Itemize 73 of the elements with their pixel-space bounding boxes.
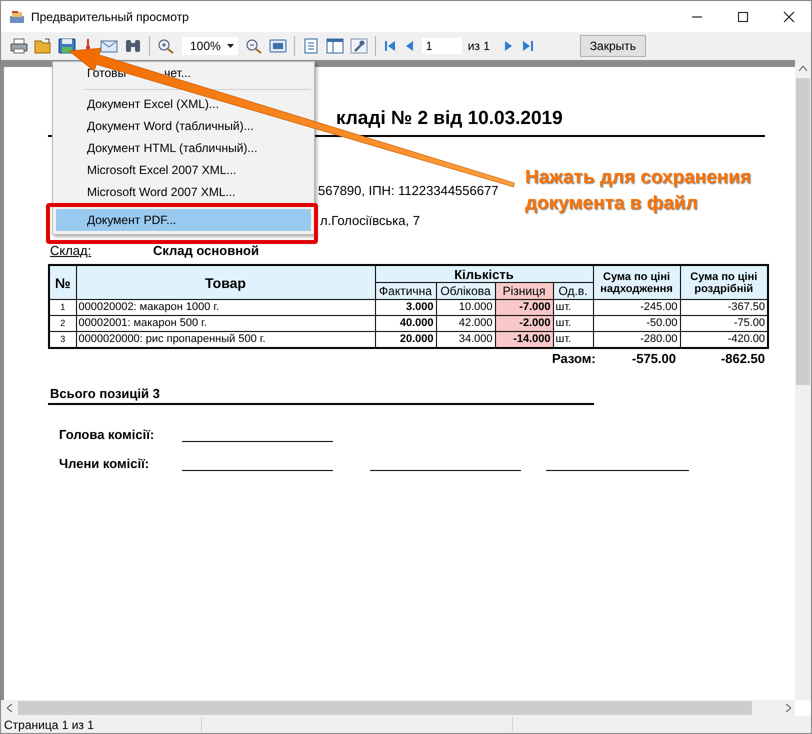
layout-icon[interactable] <box>326 38 344 54</box>
horizontal-scrollbar[interactable] <box>1 700 795 716</box>
close-icon[interactable] <box>783 10 795 22</box>
vertical-scrollbar[interactable] <box>795 60 811 700</box>
document-icon[interactable] <box>302 38 320 54</box>
document-text: л.Голосіївська, 7 <box>320 213 420 228</box>
positions-count: Всього позицій 3 <box>50 386 160 401</box>
first-page-icon[interactable] <box>382 38 397 54</box>
folder-icon[interactable] <box>34 38 52 54</box>
close-button[interactable]: Закрыть <box>580 35 646 57</box>
column-header: Сума по ціні надходження <box>593 265 680 300</box>
table-cell: 2 <box>49 316 76 332</box>
maximize-icon[interactable] <box>737 10 749 22</box>
table-cell: шт. <box>553 300 594 316</box>
menu-item[interactable]: Документ Word (табличный)... <box>56 115 311 137</box>
menu-item[interactable]: Документ HTML (табличный)... <box>56 137 311 159</box>
table-cell: 10.000 <box>436 300 495 316</box>
column-header: Товар <box>76 265 375 300</box>
table-cell: шт. <box>553 332 594 348</box>
column-header: Різниця <box>495 282 553 300</box>
table-cell: -50.00 <box>593 316 680 332</box>
status-text: Страница 1 из 1 <box>3 718 95 732</box>
total-value: -862.50 <box>720 351 765 366</box>
envelope-icon[interactable] <box>100 38 118 54</box>
table-cell: 40.000 <box>375 316 436 332</box>
table-cell: 00002001: макарон 500 г. <box>76 316 375 332</box>
scroll-up-icon[interactable] <box>799 66 807 71</box>
warehouse-label: Склад: <box>50 243 92 258</box>
window-title: Предварительный просмотр <box>31 10 189 24</box>
page-count: из 1 <box>468 39 490 53</box>
warehouse-name: Склад основной <box>153 243 259 258</box>
app-icon <box>9 10 25 24</box>
table-cell: -2.000 <box>495 316 553 332</box>
column-header: Облікова <box>436 282 495 300</box>
column-header: Од.в. <box>553 282 594 300</box>
signature-label: Члени комісії: <box>59 456 150 471</box>
total-label: Разом: <box>552 351 596 366</box>
total-value: -575.00 <box>632 351 676 366</box>
scroll-left-icon[interactable] <box>7 704 12 712</box>
table-cell: -7.000 <box>495 300 553 316</box>
table-cell: шт. <box>553 316 594 332</box>
table-cell: 1 <box>49 300 76 316</box>
printer-icon[interactable] <box>10 38 28 54</box>
column-header: Сума по ціні роздрібній <box>680 265 768 300</box>
zoom-in-icon[interactable] <box>157 38 175 54</box>
wrench-icon[interactable] <box>350 38 368 54</box>
page-width-icon[interactable] <box>268 38 287 54</box>
column-header: № <box>49 265 76 300</box>
pin-icon[interactable] <box>85 38 91 50</box>
document-text: 567890, ІПН: 11223344556677 <box>318 183 498 198</box>
table-cell: 3.000 <box>375 300 436 316</box>
zoom-out-icon[interactable] <box>244 38 263 54</box>
menu-item[interactable]: Документ Excel (XML)... <box>56 93 311 115</box>
table-cell: -14.000 <box>495 332 553 348</box>
table-cell: -367.50 <box>680 300 768 316</box>
column-header: Фактична <box>375 282 436 300</box>
table-cell: -245.00 <box>593 300 680 316</box>
column-header: Кількість <box>375 265 594 282</box>
last-page-icon[interactable] <box>520 38 535 54</box>
callout-text: Нажать для сохранения документа в файл <box>525 166 752 216</box>
menu-item[interactable]: Microsoft Word 2007 XML... <box>56 181 311 203</box>
page-number-field[interactable]: 1 <box>422 38 462 54</box>
table-cell: 42.000 <box>436 316 495 332</box>
table-cell: 0000020000: рис пропаренный 500 г. <box>76 332 375 348</box>
table-cell: 000020002: макарон 1000 г. <box>76 300 375 316</box>
menu-item[interactable]: Документ PDF... <box>56 209 311 231</box>
zoom-dropdown[interactable]: 100% <box>182 37 238 55</box>
menu-item[interactable]: Microsoft Excel 2007 XML... <box>56 159 311 181</box>
scroll-right-icon[interactable] <box>786 704 791 712</box>
table-cell: -75.00 <box>680 316 768 332</box>
menu-item[interactable]: Готовы чет... <box>56 64 311 86</box>
document-title: кладі № 2 від 10.03.2019 <box>336 108 563 129</box>
signature-label: Голова комісії: <box>59 427 156 442</box>
